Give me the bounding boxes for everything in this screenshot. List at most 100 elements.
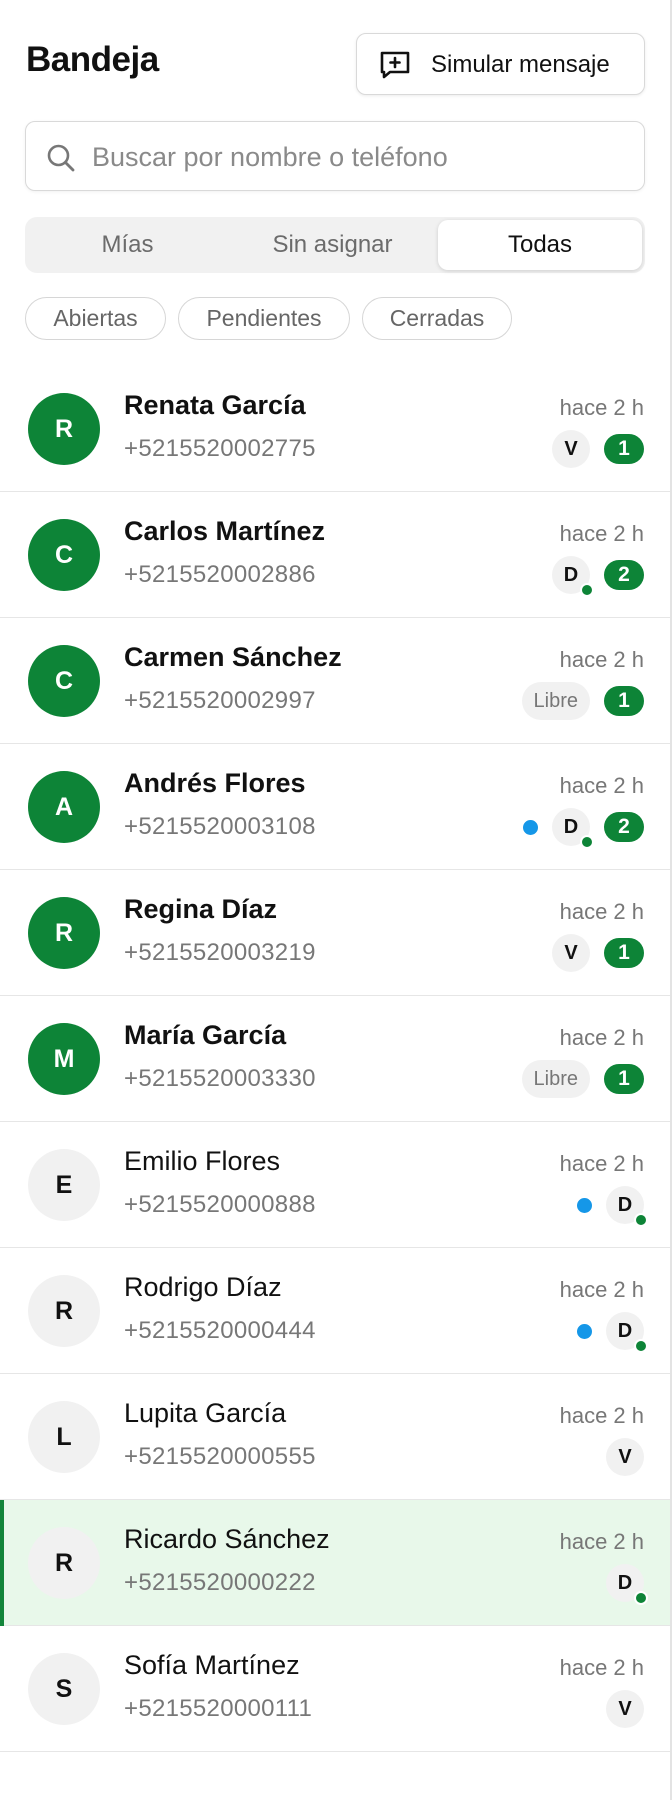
last-activity-time: hace 2 h (559, 1025, 644, 1050)
contact-name: Emilio Flores (124, 1146, 281, 1176)
contact-phone: +5215520000222 (124, 1569, 316, 1596)
assignee-initial: V (564, 942, 578, 964)
contact-name: Renata García (124, 390, 306, 420)
contact-name: Rodrigo Díaz (124, 1272, 282, 1302)
assignee-avatar: V (552, 430, 590, 468)
conversation-row[interactable]: C Carlos Martínez +5215520002886 hace 2 hD2 (0, 492, 670, 618)
contact-name: Ricardo Sánchez (124, 1524, 330, 1554)
row-meta: D2 (523, 807, 644, 849)
assignee-initial: D (617, 1194, 633, 1216)
filter-pendientes[interactable]: Pendientes (178, 297, 350, 340)
contact-phone: +5215520000888 (124, 1191, 316, 1218)
row-meta: D (577, 1311, 648, 1353)
assignee-avatar: D (606, 1186, 648, 1227)
last-activity-time: hace 2 h (559, 773, 644, 798)
inbox-panel: +5215520002664Libre1RRenata García+52155… (0, 0, 672, 1800)
avatar: R (28, 393, 100, 465)
assignment-tabs: Mías Sin asignar Todas (25, 217, 645, 273)
tab-todas[interactable]: Todas (438, 220, 642, 270)
assignee-initial: D (563, 816, 579, 838)
row-meta: Libre 1 (521, 1059, 644, 1099)
filter-abiertas[interactable]: Abiertas (25, 297, 166, 340)
avatar: L (28, 1401, 100, 1473)
unread-dot-icon (577, 1323, 592, 1339)
row-meta: V (606, 1437, 644, 1477)
conversation-row[interactable]: R Ricardo Sánchez +5215520000222 hace 2 h D (0, 1500, 670, 1626)
simulate-message-button[interactable]: Simular mensaje (356, 33, 645, 95)
search-placeholder: Buscar por nombre o teléfono (92, 142, 448, 172)
assignee-avatar: V (606, 1438, 644, 1476)
row-meta: V1 (552, 933, 644, 973)
unassigned-badge: Libre (521, 682, 590, 720)
conversation-row[interactable]: S Sofía Martínez +5215520000111 hace 2 h V (0, 1626, 670, 1752)
assignee-initial: V (618, 1446, 632, 1468)
last-activity-time: hace 2 h (559, 395, 644, 420)
conversation-row[interactable]: L Lupita García +5215520000555 hace 2 h V (0, 1374, 670, 1500)
contact-phone: +5215520003219 (124, 939, 316, 966)
unread-dot-icon (523, 819, 538, 835)
avatar: A (28, 771, 100, 843)
conversation-row[interactable]: R Regina Díaz +5215520003219 hace 2 hV1 (0, 870, 670, 996)
avatar: M (28, 1023, 100, 1095)
last-activity-time: hace 2 h (559, 1151, 644, 1176)
tab-mias[interactable]: Mías (25, 217, 230, 273)
conversation-row[interactable]: R Renata García +5215520002775 hace 2 hV1 (0, 366, 670, 492)
unread-count-badge: 1 (604, 938, 644, 968)
online-status-icon (580, 583, 594, 597)
contact-name: Regina Díaz (124, 894, 278, 924)
row-meta: V (606, 1689, 644, 1729)
assignee-avatar: D (552, 808, 594, 849)
last-activity-time: hace 2 h (559, 1403, 644, 1428)
filter-cerradas[interactable]: Cerradas (362, 297, 512, 340)
contact-phone: +5215520002997 (124, 687, 316, 714)
unassigned-badge: Libre (521, 1060, 590, 1098)
contact-name: Carlos Martínez (124, 516, 326, 546)
contact-phone: +5215520003330 (124, 1065, 316, 1092)
contact-phone: +5215520000444 (124, 1317, 316, 1344)
contact-name: Lupita García (124, 1398, 287, 1428)
contact-name: Carmen Sánchez (124, 642, 342, 672)
last-activity-time: hace 2 h (559, 647, 644, 672)
conversation-row[interactable]: R Rodrigo Díaz +5215520000444 hace 2 h D (0, 1248, 670, 1374)
simulate-message-label: Simular mensaje (431, 51, 610, 78)
last-activity-time: hace 2 h (559, 521, 644, 546)
assignee-avatar: V (606, 1690, 644, 1728)
conversation-row[interactable]: E Emilio Flores +5215520000888 hace 2 h D (0, 1122, 670, 1248)
last-activity-time: hace 2 h (559, 899, 644, 924)
conversation-row[interactable]: C Carmen Sánchez +5215520002997 hace 2 h Lib… (0, 618, 670, 744)
add-message-icon (380, 51, 410, 79)
conversation-row[interactable]: M María García +5215520003330 hace 2 h Libre… (0, 996, 670, 1122)
avatar: S (28, 1653, 100, 1725)
search-input[interactable]: Buscar por nombre o teléfono (25, 121, 645, 191)
assignee-avatar: D (606, 1312, 648, 1353)
contact-phone: +5215520002886 (124, 561, 316, 588)
avatar: R (28, 897, 100, 969)
conversation-row[interactable]: A Andrés Flores +5215520003108 hace 2 hD2 (0, 744, 670, 870)
contact-name: María García (124, 1020, 287, 1050)
unread-count-badge: 2 (604, 560, 644, 590)
row-meta: Libre 1 (521, 681, 644, 721)
assignee-avatar: D (552, 556, 594, 597)
unread-count-badge: 1 (604, 1064, 644, 1094)
online-status-icon (634, 1339, 648, 1353)
last-activity-time: hace 2 h (559, 1655, 644, 1680)
tab-sin-asignar[interactable]: Sin asignar (230, 217, 435, 273)
avatar: E (28, 1149, 100, 1221)
assignee-avatar: D (606, 1564, 648, 1605)
row-meta: V1 (552, 429, 644, 469)
unread-count-badge: 2 (604, 812, 644, 842)
last-activity-time: hace 2 h (559, 1529, 644, 1554)
assignee-initial: V (618, 1698, 632, 1720)
assignee-initial: D (563, 564, 579, 586)
row-meta: D (606, 1563, 648, 1605)
last-activity-time: hace 2 h (559, 1277, 644, 1302)
search-icon (47, 144, 75, 172)
avatar: R (28, 1275, 100, 1347)
avatar: C (28, 645, 100, 717)
contact-phone: +5215520000555 (124, 1443, 316, 1470)
row-meta: D2 (552, 555, 644, 597)
inbox-header: Bandeja Simular mensaje Buscar por nombr… (0, 0, 670, 366)
assignee-initial: V (564, 438, 578, 460)
unread-dot-icon (577, 1197, 592, 1213)
selected-indicator (0, 1500, 4, 1626)
